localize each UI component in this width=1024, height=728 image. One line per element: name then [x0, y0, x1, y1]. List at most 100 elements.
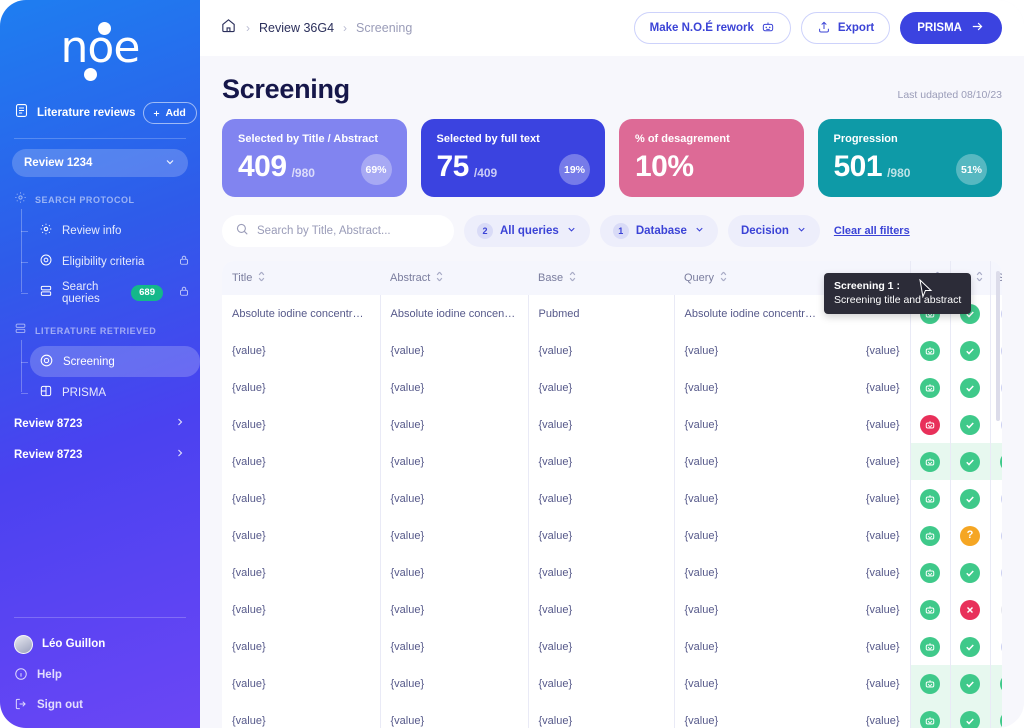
robot-green-icon[interactable] [920, 377, 940, 398]
filter-chip-decision[interactable]: Decision [727, 215, 820, 247]
add-review-button[interactable]: Add [143, 102, 197, 124]
cell-ai[interactable] [909, 665, 950, 702]
cell-ai[interactable] [909, 369, 950, 406]
table-row[interactable]: {value} {value} {value} {value} {value} [222, 702, 1002, 728]
sidebar-item-eligibility-criteria[interactable]: Eligibility criteria [21, 246, 200, 277]
sidebar-item-search-queries[interactable]: Search queries 689 [21, 277, 200, 308]
sign-out-button[interactable]: Sign out [0, 690, 200, 720]
filter-chip-database[interactable]: 1 Database [599, 215, 718, 247]
clear-all-filters-link[interactable]: Clear all filters [834, 225, 910, 237]
check-green-icon[interactable] [1000, 673, 1002, 694]
check-green-icon[interactable] [960, 377, 980, 398]
sidebar-review-8723-b[interactable]: Review 8723 [0, 439, 200, 470]
cell-s1[interactable]: ? [949, 517, 990, 554]
column-header-base[interactable]: Base [528, 261, 674, 295]
filter-chip-all-queries[interactable]: 2 All queries [464, 215, 590, 247]
check-green-icon[interactable] [960, 414, 980, 435]
cell-s1[interactable] [949, 665, 990, 702]
sidebar-item-prisma[interactable]: PRISMA [21, 377, 200, 408]
empty-circle-icon[interactable] [1001, 526, 1002, 545]
cell-s1[interactable] [949, 554, 990, 591]
check-green-icon[interactable] [960, 451, 980, 472]
check-green-icon[interactable] [960, 636, 980, 657]
sidebar-review-8723-a[interactable]: Review 8723 [0, 408, 200, 439]
sort-icon[interactable] [568, 271, 577, 285]
table-row[interactable]: {value} {value} {value} {value} {value}? [222, 517, 1002, 554]
table-row[interactable]: {value} {value} {value} {value} {value} [222, 554, 1002, 591]
check-green-icon[interactable] [960, 340, 980, 361]
cell-ai[interactable] [909, 480, 950, 517]
cell-s1[interactable] [949, 591, 990, 628]
empty-circle-icon[interactable] [1001, 563, 1002, 582]
robot-green-icon[interactable] [920, 340, 940, 361]
cell-ai[interactable] [909, 406, 950, 443]
table-row[interactable]: {value} {value} {value} {value} {value} [222, 591, 1002, 628]
robot-green-icon[interactable] [920, 525, 940, 546]
check-green-icon[interactable] [1000, 710, 1002, 728]
search-input[interactable] [257, 225, 441, 237]
breadcrumb-review[interactable]: Review 36G4 [259, 21, 334, 35]
user-profile[interactable]: Léo Guillon [0, 628, 200, 660]
cell-ai[interactable] [909, 702, 950, 728]
cell-ai[interactable] [909, 443, 950, 480]
robot-green-icon[interactable] [920, 636, 940, 657]
empty-circle-icon[interactable] [1001, 304, 1002, 323]
cell-ai[interactable] [909, 628, 950, 665]
export-button[interactable]: Export [800, 12, 891, 44]
make-rework-button[interactable]: Make N.O.É rework [633, 12, 791, 44]
table-scrollbar[interactable] [996, 261, 1000, 728]
search-box[interactable] [222, 215, 454, 247]
robot-green-icon[interactable] [920, 599, 940, 620]
robot-green-icon[interactable] [920, 488, 940, 509]
table-row[interactable]: {value} {value} {value} {value} {value} [222, 332, 1002, 369]
empty-circle-disabled-icon[interactable] [1001, 600, 1002, 619]
help-button[interactable]: Help [0, 660, 200, 690]
sort-icon[interactable] [975, 271, 984, 285]
robot-green-icon[interactable] [920, 562, 940, 583]
check-green-icon[interactable] [960, 488, 980, 509]
empty-circle-icon[interactable] [1001, 341, 1002, 360]
review-selector[interactable]: Review 1234 [12, 149, 188, 177]
robot-green-icon[interactable] [920, 710, 940, 728]
empty-circle-icon[interactable] [1001, 489, 1002, 508]
question-orange-icon[interactable]: ? [960, 525, 980, 546]
check-green-icon[interactable] [1000, 451, 1002, 472]
table-row[interactable]: {value} {value} {value} {value} {value} [222, 480, 1002, 517]
column-header-query[interactable]: Query [674, 261, 832, 295]
cell-s1[interactable] [949, 480, 990, 517]
cell-s1[interactable] [949, 369, 990, 406]
home-icon[interactable] [220, 17, 237, 39]
check-green-icon[interactable] [960, 710, 980, 728]
prisma-button[interactable]: PRISMA [900, 12, 1002, 44]
table-row[interactable]: {value} {value} {value} {value} {value} [222, 406, 1002, 443]
column-header-title[interactable]: Title [222, 261, 380, 295]
cell-s1[interactable] [949, 702, 990, 728]
cell-s1[interactable] [949, 443, 990, 480]
cell-ai[interactable] [909, 591, 950, 628]
table-row[interactable]: {value} {value} {value} {value} {value} [222, 443, 1002, 480]
cross-red-icon[interactable] [960, 599, 980, 620]
sort-icon[interactable] [435, 271, 444, 285]
check-green-icon[interactable] [960, 673, 980, 694]
sidebar-item-screening[interactable]: Screening [21, 346, 200, 377]
sort-icon[interactable] [257, 271, 266, 285]
table-row[interactable]: {value} {value} {value} {value} {value} [222, 628, 1002, 665]
cell-s1[interactable] [949, 406, 990, 443]
sidebar-item-review-info[interactable]: Review info [21, 215, 200, 246]
table-row[interactable]: {value} {value} {value} {value} {value} [222, 665, 1002, 702]
cell-ai[interactable] [909, 332, 950, 369]
robot-red-icon[interactable] [920, 414, 940, 435]
cell-s1[interactable] [949, 628, 990, 665]
sort-icon[interactable] [719, 271, 728, 285]
scrollbar-thumb[interactable] [996, 271, 1000, 421]
cell-ai[interactable] [909, 517, 950, 554]
column-header-abstract[interactable]: Abstract [380, 261, 528, 295]
breadcrumb-screening[interactable]: Screening [356, 21, 412, 35]
table-row[interactable]: {value} {value} {value} {value} {value} [222, 369, 1002, 406]
check-green-icon[interactable] [960, 562, 980, 583]
robot-green-icon[interactable] [920, 451, 940, 472]
empty-circle-icon[interactable] [1001, 415, 1002, 434]
empty-circle-icon[interactable] [1001, 637, 1002, 656]
cell-s1[interactable] [949, 332, 990, 369]
empty-circle-icon[interactable] [1001, 378, 1002, 397]
